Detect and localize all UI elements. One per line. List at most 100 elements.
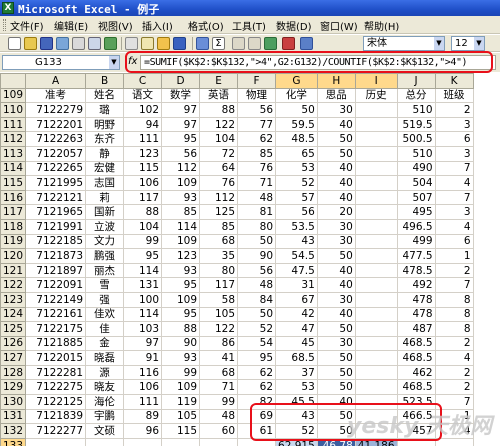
data-cell[interactable]: 30 [316, 218, 356, 235]
data-cell[interactable]: 94 [123, 116, 163, 133]
data-cell[interactable]: 40 [316, 175, 356, 191]
data-cell[interactable]: 7121991 [25, 218, 87, 235]
data-cell[interactable]: 54.5 [275, 248, 318, 264]
data-cell[interactable] [199, 437, 239, 446]
print-preview-icon[interactable] [88, 37, 101, 50]
data-cell[interactable]: 462 [396, 364, 436, 381]
data-cell[interactable]: 3 [434, 204, 474, 220]
undo-icon[interactable] [173, 37, 186, 50]
column-header-g[interactable]: G [275, 73, 318, 89]
data-cell[interactable]: 6 [434, 233, 474, 250]
row-header[interactable]: 119 [0, 233, 27, 250]
row-header[interactable]: 112 [0, 131, 27, 147]
header-cell[interactable]: 化学 [275, 87, 318, 104]
column-header-e[interactable]: E [199, 73, 239, 89]
data-cell[interactable]: 478 [396, 291, 436, 308]
data-cell[interactable]: 95 [161, 306, 201, 323]
data-cell[interactable]: 50 [237, 233, 277, 250]
data-cell[interactable]: 35 [199, 248, 239, 264]
data-cell[interactable]: 50 [275, 102, 318, 118]
data-cell[interactable] [354, 306, 398, 323]
data-cell[interactable]: 478.5 [396, 262, 436, 279]
data-cell[interactable]: 68 [199, 364, 239, 381]
data-cell[interactable]: 510 [396, 102, 436, 118]
row-header[interactable]: 128 [0, 364, 27, 381]
data-cell[interactable]: 37 [275, 364, 318, 381]
data-cell[interactable]: 81 [237, 204, 277, 220]
data-cell[interactable]: 50 [316, 364, 356, 381]
data-cell[interactable]: 109 [161, 233, 201, 250]
data-cell[interactable]: 125 [199, 204, 239, 220]
name-box[interactable]: G133 ▼ [2, 55, 120, 70]
data-cell[interactable]: 123 [123, 145, 163, 162]
data-cell[interactable]: 7122281 [25, 364, 87, 381]
data-cell[interactable]: 30 [316, 335, 356, 352]
data-cell[interactable]: 99 [123, 233, 163, 250]
menu-insert[interactable]: 插入(I) [142, 18, 173, 33]
data-cell[interactable]: 93 [161, 350, 201, 366]
data-cell[interactable]: 7121873 [25, 248, 87, 264]
data-cell[interactable]: 8 [434, 306, 474, 323]
data-cell[interactable]: 8 [434, 321, 474, 337]
data-cell[interactable]: 金 [85, 335, 125, 352]
data-cell[interactable]: 7121885 [25, 335, 87, 352]
data-cell[interactable]: 89 [123, 408, 163, 425]
data-cell[interactable]: 84 [237, 291, 277, 308]
data-cell[interactable]: 114 [161, 218, 201, 235]
data-cell[interactable]: 56 [275, 204, 318, 220]
menu-help[interactable]: 帮助(H) [364, 18, 399, 33]
data-cell[interactable]: 7121839 [25, 408, 87, 425]
data-cell[interactable]: 115 [161, 423, 201, 439]
data-cell[interactable]: 50 [316, 248, 356, 264]
data-cell[interactable]: 103 [123, 321, 163, 337]
data-cell[interactable]: 57 [275, 189, 318, 206]
data-cell[interactable]: 91 [123, 350, 163, 366]
data-cell[interactable]: 海伦 [85, 394, 125, 410]
column-header-j[interactable]: J [396, 73, 436, 89]
data-cell[interactable]: 122 [199, 321, 239, 337]
data-cell[interactable]: 62 [237, 131, 277, 147]
data-cell[interactable]: 50 [316, 350, 356, 366]
data-cell[interactable]: 112 [199, 189, 239, 206]
header-cell[interactable]: 总分 [396, 87, 436, 104]
row-header[interactable]: 130 [0, 394, 27, 410]
data-cell[interactable]: 7122275 [25, 379, 87, 396]
chevron-down-icon[interactable]: ▼ [434, 37, 444, 50]
header-cell[interactable]: 思品 [316, 87, 356, 104]
data-cell[interactable]: 496.5 [396, 218, 436, 235]
row-header[interactable]: 125 [0, 321, 27, 337]
data-cell[interactable]: 106 [123, 379, 163, 396]
data-cell[interactable] [354, 233, 398, 250]
header-cell[interactable]: 语文 [123, 87, 163, 104]
data-cell[interactable]: 504 [396, 175, 436, 191]
data-cell[interactable]: 117 [199, 277, 239, 293]
data-cell[interactable]: 3 [434, 116, 474, 133]
data-cell[interactable]: 立波 [85, 218, 125, 235]
row-header[interactable]: 113 [0, 145, 27, 162]
data-cell[interactable]: 105 [199, 306, 239, 323]
menu-edit[interactable]: 编辑(E) [54, 18, 88, 33]
data-cell[interactable] [354, 350, 398, 366]
header-cell[interactable]: 英语 [199, 87, 239, 104]
column-header-b[interactable]: B [85, 73, 125, 89]
data-cell[interactable] [85, 437, 125, 446]
data-cell[interactable] [354, 262, 398, 279]
column-header-c[interactable]: C [123, 73, 163, 89]
data-cell[interactable]: 53 [275, 379, 318, 396]
data-cell[interactable]: 2 [434, 364, 474, 381]
data-cell[interactable]: 30 [316, 233, 356, 250]
paste-icon[interactable] [141, 37, 154, 50]
data-cell[interactable]: 4 [434, 175, 474, 191]
row-header[interactable]: 126 [0, 335, 27, 352]
row-header[interactable]: 117 [0, 204, 27, 220]
help-icon[interactable] [300, 37, 313, 50]
data-cell[interactable]: 晓友 [85, 379, 125, 396]
data-cell[interactable]: 80 [237, 218, 277, 235]
data-cell[interactable]: 璐 [85, 102, 125, 118]
data-cell[interactable]: 7121995 [25, 175, 87, 191]
data-cell[interactable]: 97 [123, 335, 163, 352]
data-cell[interactable]: 519.5 [396, 116, 436, 133]
data-cell[interactable]: 116 [123, 364, 163, 381]
data-cell[interactable]: 99 [161, 364, 201, 381]
header-cell[interactable]: 准考 [25, 87, 87, 104]
